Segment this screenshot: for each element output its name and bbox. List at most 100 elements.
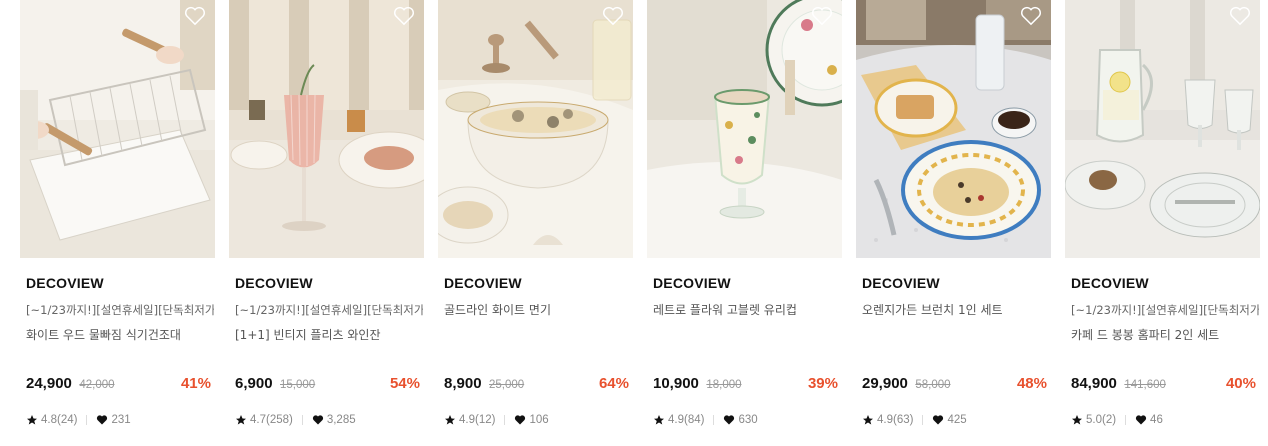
wishlist-heart-icon[interactable] [602, 6, 624, 26]
price-row: 10,900 18,000 39% [653, 375, 838, 395]
discount-rate: 54% [389, 375, 420, 392]
wishlist-heart-icon[interactable] [393, 6, 415, 26]
dish-rack-photo [20, 0, 215, 258]
rating-text: 4.9(12) [459, 414, 496, 426]
original-price: 25,000 [489, 379, 525, 391]
product-name: 레트로 플라워 고블렛 유리컵 [653, 303, 797, 317]
product-title[interactable]: [~1/23까지!][설연휴세일][단독최저가] 화이트 우드 물빠짐 식기건조… [26, 298, 214, 348]
product-title[interactable]: 레트로 플라워 고블렛 유리컵 [653, 298, 841, 323]
product-image[interactable] [1065, 0, 1260, 258]
product-image[interactable] [647, 0, 842, 258]
sale-price: 6,900 [235, 375, 273, 392]
original-price: 18,000 [706, 379, 742, 391]
likes-count: 46 [1150, 414, 1163, 426]
discount-rate: 64% [598, 375, 629, 392]
original-price: 58,000 [915, 379, 951, 391]
product-title[interactable]: 오렌지가든 브런치 1인 세트 [862, 298, 1050, 323]
heart-icon [97, 415, 108, 425]
product-image[interactable] [229, 0, 424, 258]
product-card[interactable]: DECOVIEW [~1/23까지!][설연휴세일][단독최저가] [1+1] … [229, 0, 424, 446]
brand-name: DECOVIEW [26, 275, 104, 291]
likes-count: 425 [947, 414, 967, 426]
sale-price: 8,900 [444, 375, 482, 392]
divider [713, 415, 715, 425]
product-name: 카페 드 봉봉 홈파티 2인 세트 [1071, 328, 1220, 342]
likes-count: 106 [529, 414, 549, 426]
wishlist-heart-icon[interactable] [811, 6, 833, 26]
rating-text: 4.7(258) [250, 414, 293, 426]
pasta-bowl-photo [438, 0, 633, 258]
product-meta: 5.0(2) 46 [1071, 414, 1163, 426]
product-card[interactable]: DECOVIEW 오렌지가든 브런치 1인 세트 29,900 58,000 4… [856, 0, 1051, 446]
price-row: 6,900 15,000 54% [235, 375, 420, 395]
original-price: 15,000 [280, 379, 316, 391]
product-name: 오렌지가든 브런치 1인 세트 [862, 303, 1003, 317]
discount-rate: 48% [1016, 375, 1047, 392]
price-row: 24,900 42,000 41% [26, 375, 211, 395]
goblet-photo [647, 0, 842, 258]
likes-count: 231 [111, 414, 131, 426]
heart-icon [724, 415, 735, 425]
brunch-set-photo [856, 0, 1051, 258]
product-title[interactable]: 골드라인 화이트 면기 [444, 298, 632, 323]
divider [504, 415, 506, 425]
wishlist-heart-icon[interactable] [184, 6, 206, 26]
star-icon [863, 415, 873, 425]
discount-rate: 40% [1225, 375, 1256, 392]
price-row: 8,900 25,000 64% [444, 375, 629, 395]
promo-label: [~1/23까지!][설연휴세일][단독최저가] [235, 303, 423, 317]
rating-text: 4.9(63) [877, 414, 914, 426]
product-image[interactable] [438, 0, 633, 258]
wishlist-heart-icon[interactable] [1020, 6, 1042, 26]
divider [922, 415, 924, 425]
product-title[interactable]: [~1/23까지!][설연휴세일][단독최저가] [1+1] 빈티지 플리츠 와… [235, 298, 423, 348]
rating-text: 4.8(24) [41, 414, 78, 426]
price-row: 84,900 141,600 40% [1071, 375, 1256, 395]
product-card[interactable]: DECOVIEW [~1/23까지!][설연휴세일][단독최저가] 카페 드 봉… [1065, 0, 1260, 446]
product-meta: 4.7(258) 3,285 [235, 414, 356, 426]
discount-rate: 39% [807, 375, 838, 392]
cafe-set-photo [1065, 0, 1260, 258]
heart-icon [312, 415, 323, 425]
product-card[interactable]: DECOVIEW 레트로 플라워 고블렛 유리컵 10,900 18,000 3… [647, 0, 842, 446]
star-icon [1072, 415, 1082, 425]
star-icon [445, 415, 455, 425]
product-grid: DECOVIEW [~1/23까지!][설연휴세일][단독최저가] 화이트 우드… [0, 0, 1268, 446]
sale-price: 24,900 [26, 375, 72, 392]
sale-price: 84,900 [1071, 375, 1117, 392]
star-icon [27, 415, 37, 425]
product-image[interactable] [856, 0, 1051, 258]
price-row: 29,900 58,000 48% [862, 375, 1047, 395]
divider [86, 415, 88, 425]
heart-icon [933, 415, 944, 425]
heart-icon [1135, 415, 1147, 425]
heart-icon [515, 415, 526, 425]
original-price: 141,600 [1124, 379, 1166, 391]
product-name: [1+1] 빈티지 플리츠 와인잔 [235, 328, 381, 342]
product-meta: 4.9(12) 106 [444, 414, 549, 426]
brand-name: DECOVIEW [862, 275, 940, 291]
wine-glass-photo [229, 0, 424, 258]
product-meta: 4.9(84) 630 [653, 414, 758, 426]
brand-name: DECOVIEW [444, 275, 522, 291]
original-price: 42,000 [79, 379, 115, 391]
product-card[interactable]: DECOVIEW [~1/23까지!][설연휴세일][단독최저가] 화이트 우드… [20, 0, 215, 446]
product-card[interactable]: DECOVIEW 골드라인 화이트 면기 8,900 25,000 64% 4.… [438, 0, 633, 446]
rating-text: 4.9(84) [668, 414, 705, 426]
divider [301, 415, 303, 425]
brand-name: DECOVIEW [235, 275, 313, 291]
discount-rate: 41% [180, 375, 211, 392]
star-icon [654, 415, 664, 425]
product-name: 골드라인 화이트 면기 [444, 303, 551, 317]
rating-text: 5.0(2) [1086, 414, 1117, 426]
product-name: 화이트 우드 물빠짐 식기건조대 [26, 328, 181, 342]
product-image[interactable] [20, 0, 215, 258]
promo-label: [~1/23까지!][설연휴세일][단독최저가] [1071, 303, 1259, 317]
wishlist-heart-icon[interactable] [1229, 6, 1251, 26]
likes-count: 630 [738, 414, 758, 426]
product-meta: 4.9(63) 425 [862, 414, 967, 426]
divider [1125, 415, 1127, 425]
brand-name: DECOVIEW [653, 275, 731, 291]
product-title[interactable]: [~1/23까지!][설연휴세일][단독최저가] 카페 드 봉봉 홈파티 2인 … [1071, 298, 1259, 348]
brand-name: DECOVIEW [1071, 275, 1149, 291]
